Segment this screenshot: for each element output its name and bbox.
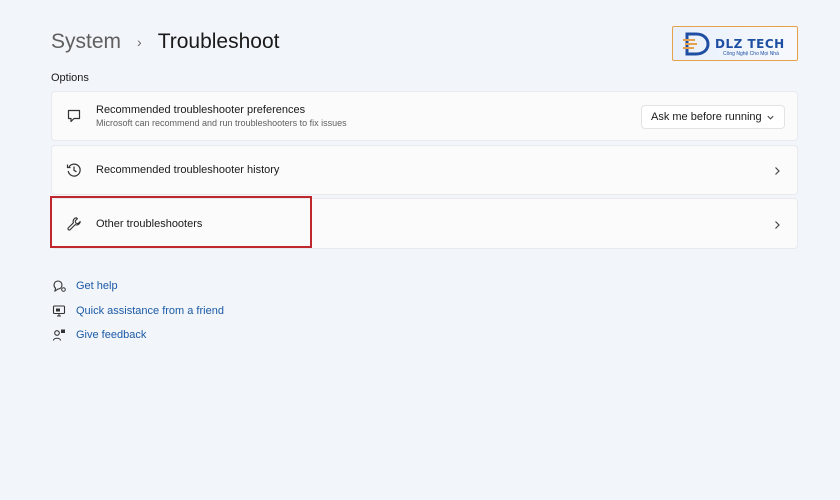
link-give-feedback[interactable]: Give feedback bbox=[51, 323, 224, 348]
link-quick-assistance[interactable]: Quick assistance from a friend bbox=[51, 299, 224, 324]
link-get-help[interactable]: Get help bbox=[51, 274, 224, 299]
card-title: Other troubleshooters bbox=[96, 217, 203, 230]
chevron-right-icon bbox=[771, 218, 783, 236]
breadcrumb-system[interactable]: System bbox=[51, 30, 121, 54]
help-icon bbox=[51, 278, 67, 294]
logo-tagline: Công Nghệ Cho Mọi Nhà bbox=[723, 51, 779, 57]
logo-mark-icon bbox=[681, 31, 711, 57]
help-links: Get help Quick assistance from a friend bbox=[51, 274, 224, 348]
card-subtitle: Microsoft can recommend and run troubles… bbox=[96, 118, 347, 128]
card-troubleshooter-history[interactable]: Recommended troubleshooter history bbox=[51, 145, 798, 195]
link-label[interactable]: Get help bbox=[76, 280, 118, 292]
link-label[interactable]: Quick assistance from a friend bbox=[76, 305, 224, 317]
wrench-icon bbox=[64, 214, 84, 234]
card-other-troubleshooters[interactable]: Other troubleshooters bbox=[51, 198, 798, 249]
link-label[interactable]: Give feedback bbox=[76, 329, 146, 341]
history-icon bbox=[64, 160, 84, 180]
logo-text: DLZ TECH bbox=[715, 36, 785, 51]
breadcrumb-separator: › bbox=[137, 34, 142, 50]
page-title: Troubleshoot bbox=[157, 30, 280, 53]
breadcrumb: System › Troubleshoot bbox=[51, 30, 279, 54]
card-title: Recommended troubleshooter preferences bbox=[96, 104, 306, 116]
chat-bubble-icon bbox=[64, 106, 84, 126]
card-title: Recommended troubleshooter history bbox=[96, 164, 280, 176]
feedback-icon bbox=[51, 327, 67, 343]
brand-logo: DLZ TECH Công Nghệ Cho Mọi Nhà bbox=[672, 26, 798, 61]
chevron-right-icon bbox=[771, 164, 783, 182]
section-title-options: Options bbox=[51, 72, 89, 84]
dropdown-value: Ask me before running bbox=[651, 111, 762, 123]
preference-dropdown[interactable]: Ask me before running bbox=[641, 105, 785, 129]
remote-assist-icon bbox=[51, 303, 67, 319]
card-troubleshooter-preferences[interactable]: Recommended troubleshooter preferences M… bbox=[51, 91, 798, 141]
chevron-down-icon bbox=[766, 113, 775, 125]
settings-page: System › Troubleshoot DLZ TECH Công Nghệ… bbox=[0, 0, 840, 500]
